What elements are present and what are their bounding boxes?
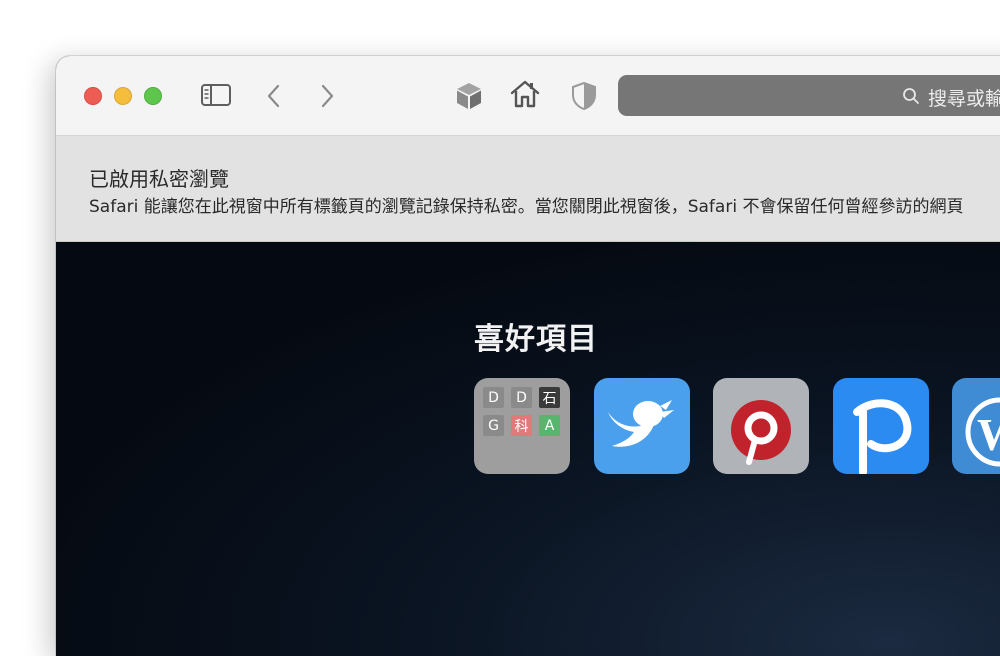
favorites-heading: 喜好項目 bbox=[474, 322, 598, 357]
safari-window: 搜尋或輸 已啟用私密瀏覽 Safari 能讓您在此視窗中所有標籤頁的瀏覽記錄保持… bbox=[56, 56, 1000, 656]
tile-cell: 科 bbox=[511, 415, 532, 436]
tile-cell: A bbox=[539, 415, 560, 436]
search-icon bbox=[903, 88, 919, 104]
banner-title: 已啟用私密瀏覽 bbox=[89, 167, 229, 191]
shield-icon[interactable] bbox=[570, 80, 598, 112]
tile-cell: 石 bbox=[539, 387, 560, 408]
private-browsing-banner: 已啟用私密瀏覽 Safari 能讓您在此視窗中所有標籤頁的瀏覽記錄保持私密。當您… bbox=[56, 136, 1000, 242]
tile-cell: D bbox=[483, 387, 504, 408]
pixiv-tile[interactable] bbox=[833, 378, 929, 474]
close-button[interactable] bbox=[84, 87, 102, 105]
back-icon[interactable] bbox=[264, 83, 286, 109]
home-icon[interactable] bbox=[509, 78, 541, 110]
zoom-button[interactable] bbox=[144, 87, 162, 105]
pinterest-tile[interactable] bbox=[713, 378, 809, 474]
wordpress-logo-icon: W bbox=[965, 397, 1000, 467]
wordpress-tile[interactable]: W bbox=[952, 378, 1000, 474]
address-bar[interactable]: 搜尋或輸 bbox=[618, 75, 1000, 116]
minimize-button[interactable] bbox=[114, 87, 132, 105]
twitter-bird-icon bbox=[608, 400, 674, 447]
sidebar-icon[interactable] bbox=[200, 82, 232, 108]
toolbar: 搜尋或輸 bbox=[56, 56, 1000, 136]
cube-icon[interactable] bbox=[454, 80, 484, 112]
twitter-tile[interactable] bbox=[594, 378, 690, 474]
ddg-tile[interactable]: D D 石 G 科 A bbox=[474, 378, 570, 474]
svg-text:W: W bbox=[977, 409, 1000, 460]
pixiv-logo-icon bbox=[853, 399, 912, 474]
pinterest-logo-icon bbox=[731, 400, 791, 465]
tile-cell: G bbox=[483, 415, 504, 436]
banner-description: Safari 能讓您在此視窗中所有標籤頁的瀏覽記錄保持私密。當您關閉此視窗後，S… bbox=[89, 197, 964, 217]
forward-icon[interactable] bbox=[316, 83, 338, 109]
tile-cell: D bbox=[511, 387, 532, 408]
search-placeholder: 搜尋或輸 bbox=[928, 88, 1000, 110]
